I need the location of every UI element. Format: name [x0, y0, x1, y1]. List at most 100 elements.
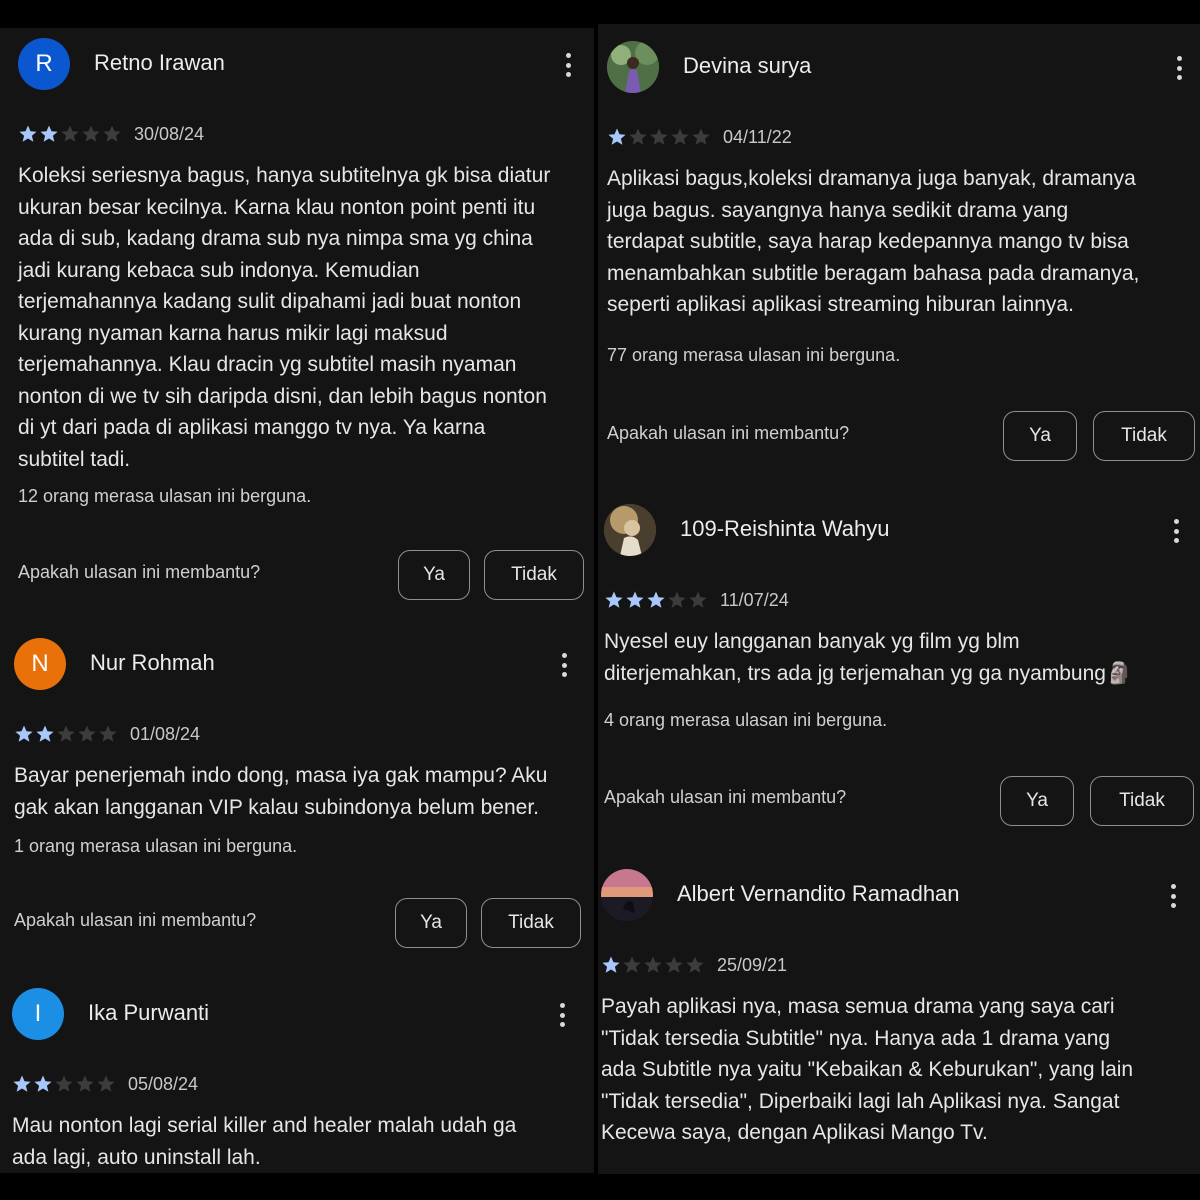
profile-photo-icon: [601, 869, 653, 921]
reviewer-name: Ika Purwanti: [88, 1000, 210, 1025]
review-text: Koleksi seriesnya bagus, hanya subtiteln…: [18, 164, 551, 471]
star-icon: [57, 725, 75, 742]
helpful-no-button[interactable]: Tidak: [484, 550, 584, 600]
star-icon: [605, 591, 623, 608]
star-icon: [671, 128, 689, 145]
avatar: [604, 504, 656, 556]
review-text: Aplikasi bagus,koleksi dramanya juga ban…: [607, 167, 1140, 316]
left-review-panel: R Retno Irawan 30/08/24 Koleksi seriesny…: [0, 28, 594, 1173]
review-date: 11/07/24: [720, 589, 789, 610]
more-vert-icon[interactable]: [558, 50, 578, 80]
star-icon: [36, 725, 54, 742]
star-icon: [76, 1075, 94, 1092]
star-icon: [15, 725, 33, 742]
star-rating: [18, 124, 122, 144]
rating-row: 05/08/24: [12, 1074, 198, 1094]
more-vert-icon[interactable]: [1163, 881, 1183, 911]
avatar-letter: N: [31, 650, 49, 677]
star-icon: [665, 956, 683, 973]
more-vert-icon[interactable]: [554, 650, 574, 680]
right-review-panel: Devina surya 04/11/22 Aplikasi bagus,kol…: [598, 24, 1200, 1174]
review-text: Payah aplikasi nya, masa semua drama yan…: [601, 995, 1134, 1144]
review-text: Bayar penerjemah indo dong, masa iya gak…: [14, 764, 548, 819]
star-rating: [12, 1074, 116, 1094]
helpful-question: Apakah ulasan ini membantu?: [607, 423, 850, 443]
profile-photo-icon: [607, 41, 659, 93]
helpful-yes-button[interactable]: Ya: [395, 898, 467, 948]
star-rating: [601, 955, 705, 975]
helpful-question: Apakah ulasan ini membantu?: [18, 562, 261, 582]
helpful-no-button[interactable]: Tidak: [1090, 776, 1194, 826]
review-header: 109-Reishinta Wahyu: [604, 504, 1194, 560]
rating-row: 11/07/24: [604, 590, 789, 610]
reviewer-name: Retno Irawan: [94, 50, 225, 75]
review-header: N Nur Rohmah: [14, 638, 584, 694]
star-icon: [97, 1075, 115, 1092]
review-header: R Retno Irawan: [18, 38, 588, 94]
star-icon: [34, 1075, 52, 1092]
more-vert-icon[interactable]: [552, 1000, 572, 1030]
reviewer-name: Nur Rohmah: [90, 650, 215, 675]
review-text: Mau nonton lagi serial killer and healer…: [12, 1114, 517, 1169]
helpful-count: 4 orang merasa ulasan ini berguna.: [604, 710, 888, 730]
more-vert-icon[interactable]: [1169, 53, 1189, 83]
review-date: 30/08/24: [134, 123, 205, 144]
star-icon: [608, 128, 626, 145]
star-icon: [692, 128, 710, 145]
avatar: [607, 41, 659, 93]
star-icon: [78, 725, 96, 742]
rating-row: 01/08/24: [14, 724, 200, 744]
reviewer-name: Devina surya: [683, 53, 812, 78]
helpful-count: 12 orang merasa ulasan ini berguna.: [18, 486, 312, 506]
review-header: I Ika Purwanti: [12, 988, 582, 1044]
review-header: Devina surya: [607, 41, 1197, 97]
star-icon: [19, 125, 37, 142]
helpful-yes-button[interactable]: Ya: [1000, 776, 1074, 826]
helpful-count: 1 orang merasa ulasan ini berguna.: [14, 836, 298, 856]
review-text: Nyesel euy langganan banyak yg film yg b…: [604, 630, 1133, 685]
star-icon: [99, 725, 117, 742]
rating-row: 04/11/22: [607, 127, 792, 147]
review-date: 05/08/24: [128, 1073, 199, 1094]
helpful-yes-button[interactable]: Ya: [1003, 411, 1077, 461]
rating-row: 30/08/24: [18, 124, 204, 144]
star-icon: [686, 956, 704, 973]
star-icon: [644, 956, 662, 973]
avatar: I: [12, 988, 64, 1040]
star-icon: [55, 1075, 73, 1092]
star-icon: [103, 125, 121, 142]
star-icon: [650, 128, 668, 145]
star-rating: [14, 724, 118, 744]
helpful-count: 77 orang merasa ulasan ini berguna.: [607, 345, 901, 365]
helpful-yes-button[interactable]: Ya: [398, 550, 470, 600]
star-icon: [602, 956, 620, 973]
profile-photo-icon: [604, 504, 656, 556]
star-icon: [668, 591, 686, 608]
review-date: 04/11/22: [723, 126, 792, 147]
helpful-no-button[interactable]: Tidak: [481, 898, 581, 948]
star-icon: [13, 1075, 31, 1092]
avatar: R: [18, 38, 70, 90]
star-icon: [40, 125, 58, 142]
avatar: N: [14, 638, 66, 690]
reviewer-name: 109-Reishinta Wahyu: [680, 516, 890, 541]
star-icon: [626, 591, 644, 608]
avatar: [601, 869, 653, 921]
star-icon: [689, 591, 707, 608]
helpful-question: Apakah ulasan ini membantu?: [604, 787, 847, 807]
review-date: 01/08/24: [130, 723, 201, 744]
star-icon: [629, 128, 647, 145]
avatar-letter: R: [35, 50, 53, 77]
star-icon: [82, 125, 100, 142]
helpful-no-button[interactable]: Tidak: [1093, 411, 1195, 461]
more-vert-icon[interactable]: [1166, 516, 1186, 546]
reviewer-name: Albert Vernandito Ramadhan: [677, 881, 960, 906]
star-icon: [647, 591, 665, 608]
star-icon: [623, 956, 641, 973]
star-rating: [607, 127, 711, 147]
review-date: 25/09/21: [717, 954, 788, 975]
star-icon: [61, 125, 79, 142]
helpful-question: Apakah ulasan ini membantu?: [14, 910, 257, 930]
star-rating: [604, 590, 708, 610]
rating-row: 25/09/21: [601, 955, 787, 975]
